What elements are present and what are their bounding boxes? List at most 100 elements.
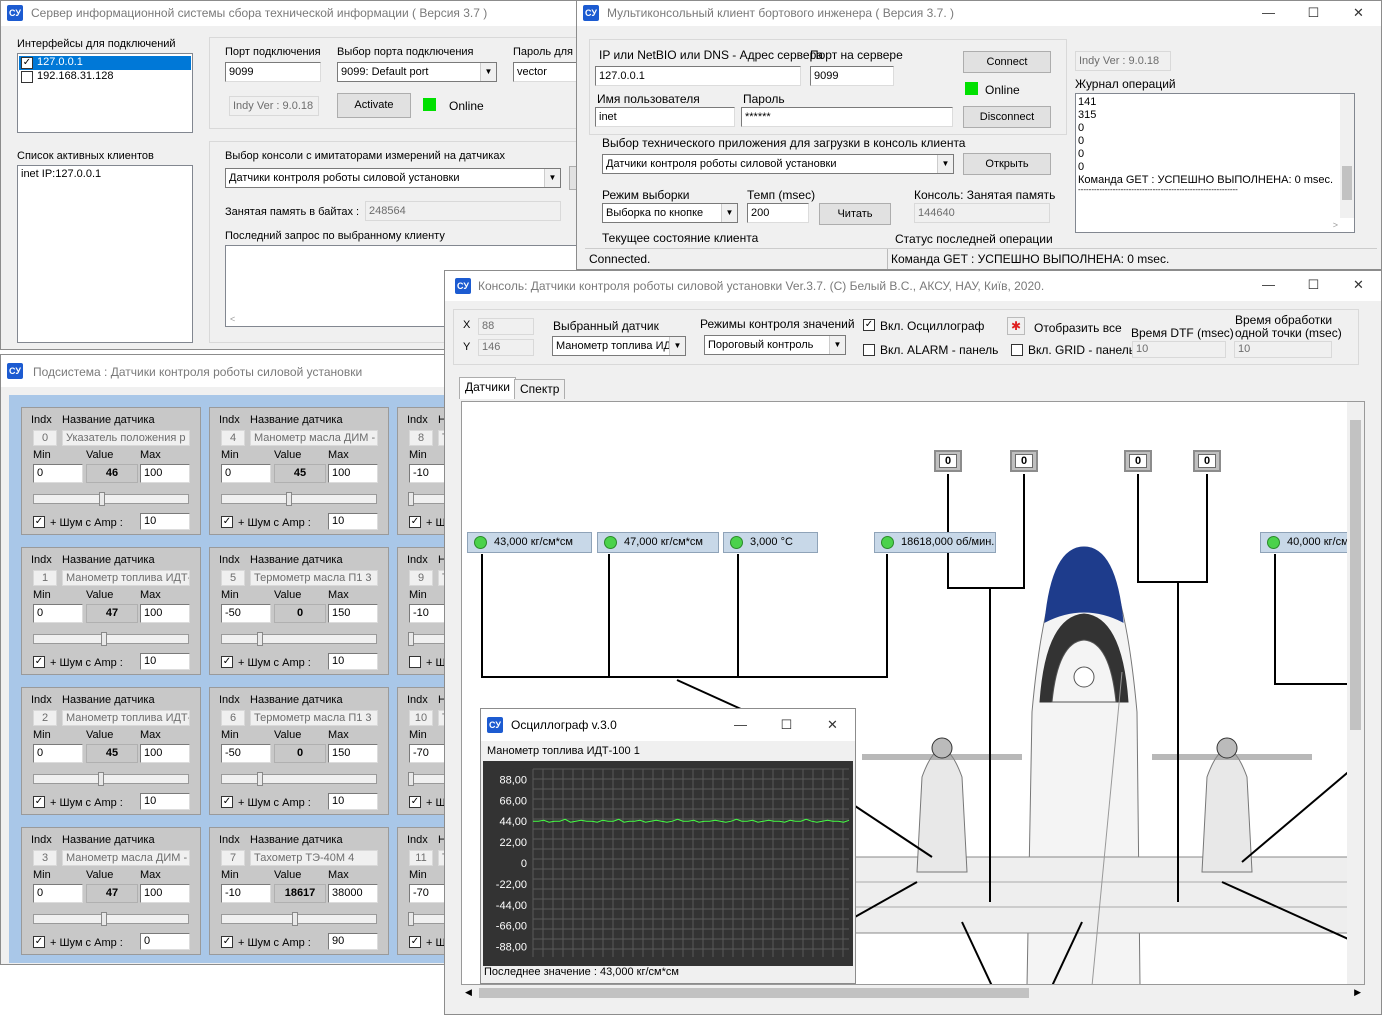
maximize-icon[interactable]: ☐ <box>1291 273 1336 298</box>
maximize-icon[interactable]: ☐ <box>1291 1 1336 26</box>
min-input[interactable]: 0 <box>33 604 83 623</box>
disconnect-button[interactable]: Disconnect <box>963 106 1051 128</box>
slider-thumb[interactable] <box>101 632 107 646</box>
value-slider[interactable] <box>33 914 189 924</box>
minimize-icon[interactable]: — <box>718 713 763 738</box>
log-memo[interactable]: 141 315 0 0 0 0 Команда GET : УСПЕШНО ВЫ… <box>1075 93 1355 233</box>
slider-thumb[interactable] <box>101 912 107 926</box>
mode-select[interactable]: Выборка по кнопке ▼ <box>602 203 738 223</box>
value-slider[interactable] <box>221 634 377 644</box>
noise-checkbox[interactable]: ✓ <box>33 936 45 948</box>
port-input[interactable]: 9099 <box>225 62 321 82</box>
max-input[interactable]: 100 <box>140 464 190 483</box>
tab-sensors[interactable]: Датчики <box>459 377 516 399</box>
chevron-down-icon[interactable]: ▼ <box>937 155 953 173</box>
chevron-down-icon[interactable]: ▼ <box>480 63 496 81</box>
osc-titlebar[interactable]: СУ Осциллограф v.3.0 — ☐ ✕ <box>481 709 855 741</box>
password-input[interactable]: ****** <box>741 107 953 127</box>
minimize-icon[interactable]: — <box>1246 273 1291 298</box>
noise-checkbox[interactable]: ✓ <box>409 516 421 528</box>
scrollbar-thumb[interactable] <box>1342 166 1352 200</box>
slider-thumb[interactable] <box>286 492 292 506</box>
scrollbar-thumb[interactable] <box>479 988 1029 998</box>
server-addr-input[interactable]: 127.0.0.1 <box>595 66 801 86</box>
minimize-icon[interactable]: — <box>1246 1 1291 26</box>
amp-input[interactable]: 10 <box>140 653 190 670</box>
amp-input[interactable]: 10 <box>140 793 190 810</box>
min-input[interactable]: -50 <box>221 604 271 623</box>
amp-input[interactable]: 10 <box>328 793 378 810</box>
scroll-right-icon[interactable]: ▶ <box>1354 987 1361 998</box>
value-slider[interactable] <box>221 494 377 504</box>
slider-thumb[interactable] <box>257 632 263 646</box>
slider-thumb[interactable] <box>408 772 414 786</box>
close-icon[interactable]: ✕ <box>1336 1 1381 26</box>
amp-input[interactable]: 10 <box>328 513 378 530</box>
noise-checkbox[interactable]: ✓ <box>33 516 45 528</box>
maximize-icon[interactable]: ☐ <box>764 713 809 738</box>
min-input[interactable]: 0 <box>33 884 83 903</box>
chevron-down-icon[interactable]: ▼ <box>721 204 737 222</box>
app-select[interactable]: Датчики контроля роботы силовой установк… <box>602 154 954 174</box>
slider-thumb[interactable] <box>408 492 414 506</box>
max-input[interactable]: 100 <box>140 744 190 763</box>
chevron-down-icon[interactable]: ▼ <box>829 336 845 354</box>
slider-thumb[interactable] <box>408 912 414 926</box>
show-all-icon[interactable]: ✱ <box>1007 317 1025 335</box>
interface-item[interactable]: ✓ 127.0.0.1 <box>19 56 191 70</box>
tab-spectrum[interactable]: Спектр <box>514 379 566 399</box>
max-input[interactable]: 38000 <box>328 884 378 903</box>
slider-thumb[interactable] <box>257 772 263 786</box>
zero-indicator[interactable]: 0 <box>1010 450 1038 472</box>
value-slider[interactable] <box>33 634 189 644</box>
zero-indicator[interactable]: 0 <box>934 450 962 472</box>
interface-checkbox[interactable]: ✓ <box>21 57 33 69</box>
log-scrollbar[interactable] <box>1340 94 1354 218</box>
sensor-indicator[interactable]: 18618,000 об/мин. <box>874 532 996 553</box>
min-input[interactable]: -50 <box>221 744 271 763</box>
user-input[interactable]: inet <box>595 107 735 127</box>
max-input[interactable]: 150 <box>328 744 378 763</box>
max-input[interactable]: 100 <box>328 464 378 483</box>
value-slider[interactable] <box>33 774 189 784</box>
amp-input[interactable]: 0 <box>140 933 190 950</box>
activate-button[interactable]: Activate <box>337 93 411 118</box>
min-input[interactable]: 0 <box>221 464 271 483</box>
horizontal-scrollbar[interactable]: ◀ ▶ <box>461 985 1365 1001</box>
console-select[interactable]: Датчики контроля роботы силовой установк… <box>225 168 561 188</box>
alarm-checkbox[interactable] <box>863 344 875 356</box>
noise-checkbox[interactable]: ✓ <box>33 796 45 808</box>
sensor-indicator[interactable]: 3,000 °C <box>723 532 818 553</box>
vertical-scrollbar[interactable] <box>1347 402 1364 984</box>
min-input[interactable]: -10 <box>221 884 271 903</box>
console-titlebar[interactable]: СУ Консоль: Датчики контроля роботы сило… <box>445 271 1381 301</box>
value-slider[interactable] <box>33 494 189 504</box>
min-input[interactable]: 0 <box>33 464 83 483</box>
modes-select[interactable]: Пороговый контроль ▼ <box>704 335 846 355</box>
noise-checkbox[interactable]: ✓ <box>221 936 233 948</box>
clients-list[interactable]: inet IP:127.0.0.1 <box>17 165 193 343</box>
amp-input[interactable]: 90 <box>328 933 378 950</box>
tempo-input[interactable]: 200 <box>747 203 809 223</box>
chevron-down-icon[interactable]: ▼ <box>544 169 560 187</box>
max-input[interactable]: 100 <box>140 604 190 623</box>
interface-checkbox[interactable] <box>21 71 33 83</box>
scroll-left-icon[interactable]: ◀ <box>465 987 472 998</box>
close-icon[interactable]: ✕ <box>1336 273 1381 298</box>
sensor-indicator[interactable]: 43,000 кг/см*см <box>467 532 592 553</box>
scroll-left-icon[interactable]: < <box>230 314 235 324</box>
noise-checkbox[interactable]: ✓ <box>221 796 233 808</box>
noise-checkbox[interactable]: ✓ <box>409 936 421 948</box>
client-titlebar[interactable]: СУ Мультиконсольный клиент бортового инж… <box>577 1 1381 26</box>
chevron-down-icon[interactable]: ▼ <box>669 337 685 355</box>
slider-thumb[interactable] <box>292 912 298 926</box>
interface-item[interactable]: 192.168.31.128 <box>19 70 191 84</box>
max-input[interactable]: 100 <box>140 884 190 903</box>
sensor-select[interactable]: Манометр топлива ИД ▼ <box>552 336 686 356</box>
read-button[interactable]: Читать <box>819 203 891 225</box>
slider-thumb[interactable] <box>98 772 104 786</box>
scroll-right-icon[interactable]: > <box>1333 220 1338 230</box>
amp-input[interactable]: 10 <box>140 513 190 530</box>
scrollbar-thumb[interactable] <box>1350 420 1361 730</box>
noise-checkbox[interactable]: ✓ <box>409 796 421 808</box>
